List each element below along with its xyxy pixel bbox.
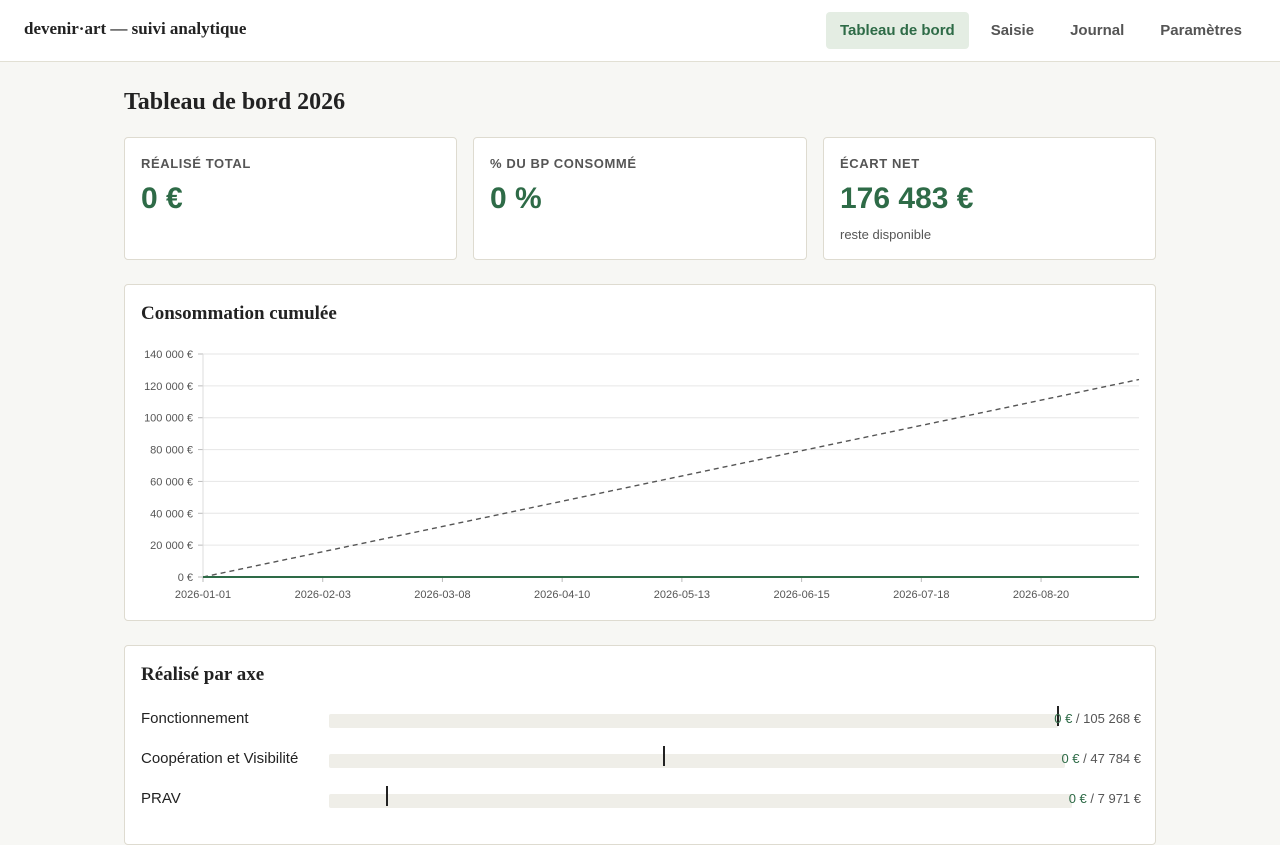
app-brand[interactable]: devenir·art — suivi analytique: [24, 19, 246, 39]
axis-name: PRAV: [141, 790, 181, 807]
axis-row: Fonctionnement 0 € / 105 268 €: [141, 706, 1141, 732]
axis-amount: 0 € / 47 784 €: [1061, 751, 1141, 766]
page-title: Tableau de bord 2026: [124, 89, 346, 115]
axis-budget-amount: 105 268 €: [1083, 711, 1141, 726]
nav-tab-entry[interactable]: Saisie: [977, 12, 1048, 49]
axis-amount: 0 € / 105 268 €: [1054, 711, 1141, 726]
cumulative-consumption-card: Consommation cumulée 0 €20 000 €40 000 €…: [124, 284, 1156, 621]
y-tick-label: 0 €: [178, 572, 193, 584]
top-bar: devenir·art — suivi analytique Tableau d…: [0, 0, 1280, 62]
axis-realized-amount: 0 €: [1054, 711, 1073, 726]
axis-name: Fonctionnement: [141, 710, 249, 727]
x-tick-label: 2026-05-13: [654, 589, 710, 601]
kpi-value: 176 483 €: [840, 182, 974, 215]
x-tick-label: 2026-02-03: [295, 589, 351, 601]
axis-expected-marker: [385, 786, 388, 806]
cumulative-chart: 0 € 20 000 € 40 000 € 60 000 € 80 000 € 100 0…: [144, 349, 1140, 601]
axis-progress-track: [329, 706, 1059, 728]
planned-series-line: [202, 378, 1140, 578]
kpi-label: RÉALISÉ TOTAL: [141, 156, 251, 171]
y-tick-label: 140 000 €: [144, 349, 193, 361]
main-nav: Tableau de bord Saisie Journal Paramètre…: [825, 12, 1256, 49]
kpi-label: % DU BP CONSOMMÉ: [490, 156, 637, 171]
axis-realized-amount: 0 €: [1068, 791, 1087, 806]
nav-tab-journal[interactable]: Journal: [1056, 12, 1138, 49]
y-tick-label: 20 000 €: [150, 540, 193, 552]
axis-amount: 0 € / 7 971 €: [1068, 791, 1141, 806]
axis-budget-amount: 47 784 €: [1090, 751, 1141, 766]
x-tick-label: 2026-07-18: [893, 589, 949, 601]
kpi-card-bp-consumed: % DU BP CONSOMMÉ 0 %: [473, 137, 807, 260]
kpi-label: ÉCART NET: [840, 156, 920, 171]
kpi-note: reste disponible: [840, 227, 932, 242]
y-tick-label: 60 000 €: [150, 476, 193, 488]
kpi-value: 0 %: [490, 182, 542, 215]
x-tick-label: 2026-03-08: [414, 589, 470, 601]
axis-budget-amount: 7 971 €: [1097, 791, 1141, 806]
axis-progress-track: [329, 786, 1072, 808]
kpi-value: 0 €: [141, 182, 183, 215]
axis-expected-marker: [662, 746, 665, 766]
x-tick-label: 2026-08-20: [1013, 589, 1069, 601]
kpi-card-realized-total: RÉALISÉ TOTAL 0 €: [124, 137, 457, 260]
x-tick-label: 2026-01-01: [175, 589, 231, 601]
axis-realized-amount: 0 €: [1061, 751, 1080, 766]
y-tick-label: 80 000 €: [150, 445, 193, 457]
y-tick-label: 40 000 €: [150, 508, 193, 520]
y-tick-label: 120 000 €: [144, 381, 193, 393]
nav-tab-settings[interactable]: Paramètres: [1146, 12, 1256, 49]
realized-by-axis-card: Réalisé par axe Fonctionnement 0 € / 105 …: [124, 645, 1156, 845]
axis-row: PRAV 0 € / 7 971 €: [141, 786, 1141, 812]
kpi-card-net-gap: ÉCART NET 176 483 € reste disponible: [823, 137, 1156, 260]
y-tick-label: 100 000 €: [144, 413, 193, 425]
axis-row: Coopération et Visibilité 0 € / 47 784 €: [141, 746, 1141, 772]
x-tick-label: 2026-04-10: [534, 589, 590, 601]
axis-name: Coopération et Visibilité: [141, 750, 299, 767]
x-tick-label: 2026-06-15: [773, 589, 829, 601]
section-title: Réalisé par axe: [141, 664, 265, 685]
axis-progress-track: [329, 746, 1065, 768]
nav-tab-dashboard[interactable]: Tableau de bord: [825, 12, 969, 49]
